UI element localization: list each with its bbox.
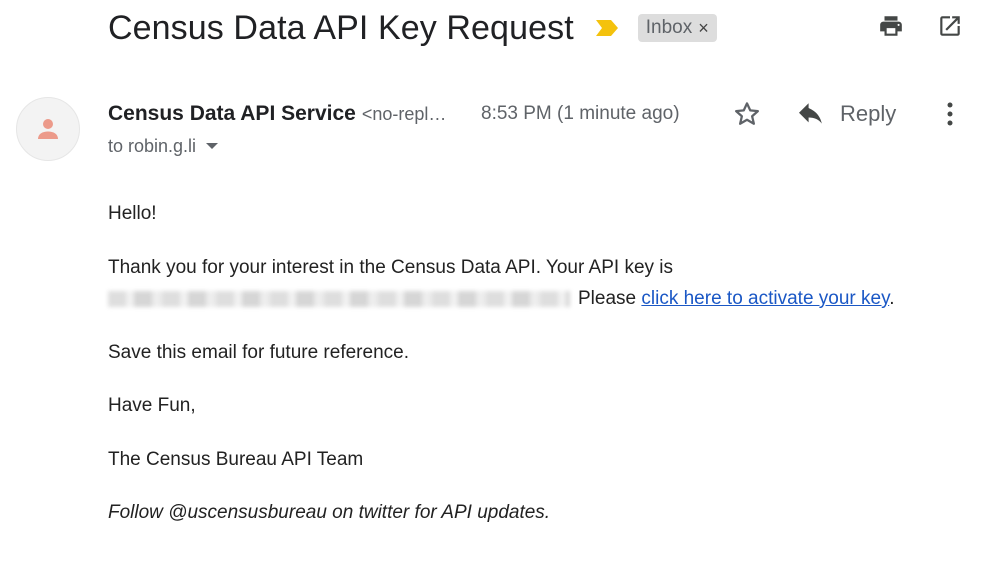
email-timestamp: 8:53 PM (1 minute ago) <box>481 103 680 124</box>
star-icon <box>735 102 759 125</box>
reply-button[interactable]: Reply <box>796 97 896 131</box>
remove-label-button[interactable]: × <box>698 18 709 39</box>
sender-name[interactable]: Census Data API Service <box>108 102 356 126</box>
body-save-line: Save this email for future reference. <box>108 342 409 363</box>
open-in-new-window-button[interactable] <box>934 10 966 42</box>
open-in-new-window-icon <box>940 16 960 36</box>
caret-down-icon[interactable] <box>206 143 219 149</box>
body-have-fun: Have Fun, <box>108 395 196 416</box>
body-follow-line: Follow @uscensusbureau on twitter for AP… <box>108 502 551 523</box>
please-text: Please <box>578 288 637 309</box>
body-line-2: Please click here to activate your key. <box>108 286 894 312</box>
print-icon <box>880 16 902 36</box>
importance-marker-icon[interactable] <box>594 15 620 41</box>
recipient-text: to robin.g.li <box>108 135 197 156</box>
sender-avatar[interactable] <box>16 97 80 161</box>
reply-arrow-icon <box>799 103 822 124</box>
sender-email: <no-repl… <box>361 103 447 124</box>
body-signature: The Census Bureau API Team <box>108 449 364 470</box>
email-subject: Census Data API Key Request <box>108 8 574 47</box>
body-line-1: Thank you for your interest in the Censu… <box>108 257 674 278</box>
person-icon <box>38 119 58 139</box>
body-greeting: Hello! <box>108 203 157 224</box>
more-options-button[interactable] <box>934 97 966 131</box>
subject-row: Census Data API Key Request Inbox × <box>108 6 717 50</box>
print-button[interactable] <box>875 10 907 42</box>
activate-key-link[interactable]: click here to activate your key <box>641 288 889 309</box>
label-chip-text: Inbox <box>645 17 693 38</box>
star-button[interactable] <box>730 97 764 131</box>
more-vert-icon <box>947 102 953 126</box>
reply-label: Reply <box>840 101 897 126</box>
recipient-row: to robin.g.li <box>108 133 219 159</box>
redacted-api-key <box>108 290 570 307</box>
period-text: . <box>889 288 895 309</box>
label-chip-inbox: Inbox × <box>637 14 717 42</box>
sender-row: Census Data API Service <no-repl… <box>108 99 446 129</box>
